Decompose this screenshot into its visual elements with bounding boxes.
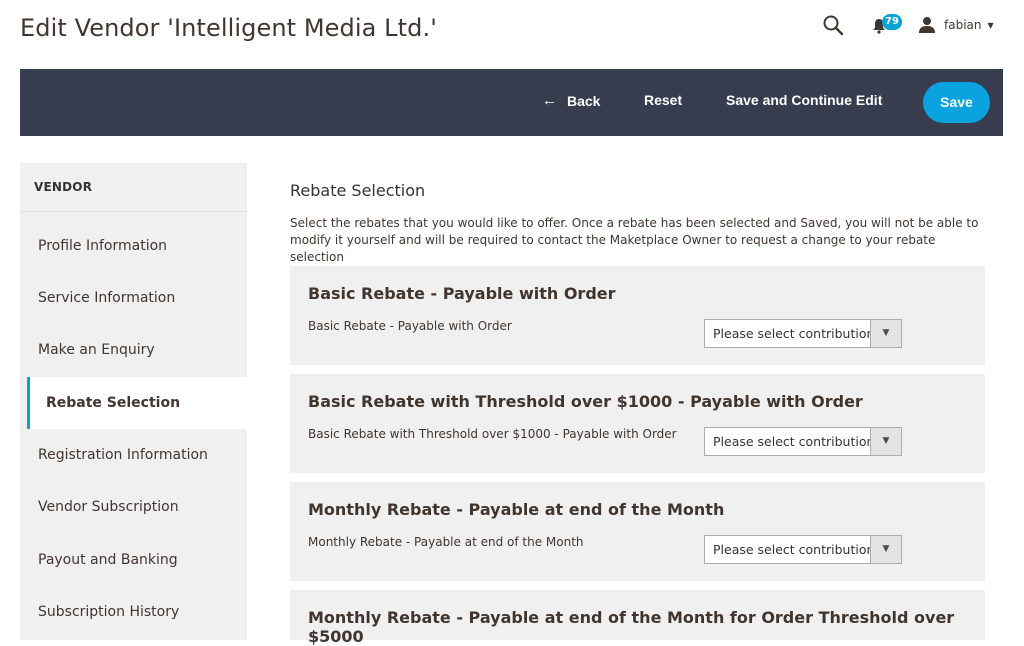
sidebar-item-service-information[interactable]: Service Information — [20, 272, 247, 324]
section-description: Select the rebates that you would like t… — [290, 216, 979, 264]
rebate-title: Basic Rebate with Threshold over $1000 -… — [308, 392, 863, 411]
section-title: Rebate Selection — [290, 181, 426, 200]
rebate-card: Monthly Rebate - Payable at end of the M… — [290, 482, 985, 581]
sidebar-item-subscription-history[interactable]: Subscription History — [20, 586, 247, 638]
sidebar-item-rebate-selection[interactable]: Rebate Selection — [27, 377, 247, 429]
action-toolbar: ← Back Reset Save and Continue Edit Save — [20, 69, 1003, 136]
username: fabian — [944, 18, 982, 32]
sidebar-item-registration-information[interactable]: Registration Information — [20, 429, 247, 481]
rebate-title: Monthly Rebate - Payable at end of the M… — [308, 500, 725, 519]
save-button[interactable]: Save — [923, 82, 990, 123]
user-menu[interactable]: fabian ▼ — [918, 14, 994, 36]
contribution-select[interactable]: Please select contribution ▼ — [704, 427, 902, 456]
search-icon[interactable] — [822, 14, 844, 36]
chevron-down-icon: ▼ — [870, 536, 901, 563]
sidebar-heading: VENDOR — [34, 180, 93, 194]
rebate-label: Monthly Rebate - Payable at end of the M… — [308, 535, 584, 549]
contribution-select-value: Please select contribution — [713, 434, 875, 449]
back-button-label: Back — [567, 92, 601, 109]
rebate-card: Basic Rebate - Payable with Order Basic … — [290, 266, 985, 365]
reset-button[interactable]: Reset — [644, 92, 682, 108]
sidebar-item-payout-and-banking[interactable]: Payout and Banking — [20, 534, 247, 586]
sidebar-item-vendor-subscription[interactable]: Vendor Subscription — [20, 481, 247, 533]
rebate-card: Basic Rebate with Threshold over $1000 -… — [290, 374, 985, 473]
sidebar-item-make-an-enquiry[interactable]: Make an Enquiry — [20, 324, 247, 376]
save-and-continue-button[interactable]: Save and Continue Edit — [726, 92, 882, 108]
notification-count-badge: 79 — [882, 14, 902, 30]
rebate-label: Basic Rebate - Payable with Order — [308, 319, 512, 333]
user-icon — [919, 17, 935, 33]
rebate-label: Basic Rebate with Threshold over $1000 -… — [308, 427, 677, 441]
chevron-down-icon: ▼ — [987, 20, 994, 30]
arrow-left-icon: ← — [542, 92, 557, 109]
back-button[interactable]: ← Back — [542, 92, 600, 109]
rebate-card: Monthly Rebate - Payable at end of the M… — [290, 590, 985, 646]
divider — [20, 211, 247, 212]
chevron-down-icon: ▼ — [870, 320, 901, 347]
sidebar-item-profile-information[interactable]: Profile Information — [20, 220, 247, 272]
rebate-title: Monthly Rebate - Payable at end of the M… — [308, 608, 955, 646]
vendor-sidebar: VENDOR Profile Information Service Infor… — [20, 163, 247, 640]
contribution-select-value: Please select contribution — [713, 542, 875, 557]
notifications-button[interactable]: 79 — [870, 14, 904, 36]
rebate-title: Basic Rebate - Payable with Order — [308, 284, 616, 303]
contribution-select[interactable]: Please select contribution ▼ — [704, 319, 902, 348]
contribution-select-value: Please select contribution — [713, 326, 875, 341]
page-title: Edit Vendor 'Intelligent Media Ltd.' — [20, 14, 437, 42]
chevron-down-icon: ▼ — [870, 428, 901, 455]
contribution-select[interactable]: Please select contribution ▼ — [704, 535, 902, 564]
page-header: Edit Vendor 'Intelligent Media Ltd.' 79 … — [0, 0, 1024, 68]
